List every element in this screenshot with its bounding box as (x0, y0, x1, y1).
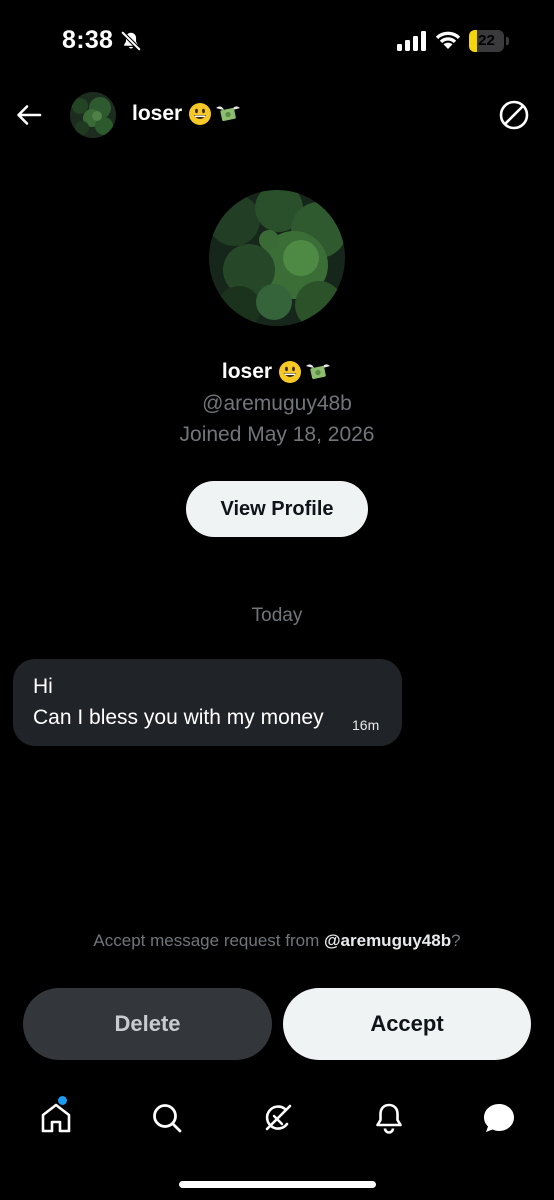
forest-avatar-image (209, 190, 345, 326)
tab-search[interactable] (147, 1098, 187, 1138)
request-prefix: Accept message request from (93, 931, 324, 950)
grok-icon (265, 1104, 292, 1131)
forest-avatar-image (70, 92, 116, 138)
date-divider: Today (251, 605, 303, 626)
message-text-line: Hi (33, 675, 53, 698)
message-request-prompt: Accept message request from @aremuguy48b… (0, 931, 554, 951)
tab-grok[interactable] (258, 1098, 298, 1138)
tab-messages[interactable] (479, 1098, 519, 1138)
bottom-tab-bar (0, 1080, 554, 1156)
home-indicator[interactable] (179, 1181, 376, 1188)
battery-level: 22 (478, 32, 495, 49)
header-name-text: loser (132, 102, 183, 125)
battery-icon: 22 (469, 30, 509, 52)
grinning-face-emoji (279, 361, 302, 384)
conversation-header: loser (0, 84, 554, 146)
notifications-icon (376, 1103, 402, 1134)
profile-handle: @aremuguy48b (202, 392, 352, 415)
delete-button[interactable]: Delete (23, 988, 272, 1060)
dm-request-screen: 8:38 22 loser loser @aremuguy48b Joined … (0, 0, 554, 1200)
message-timestamp: 16m (352, 717, 380, 733)
avatar[interactable] (70, 92, 116, 138)
home-icon (41, 1103, 71, 1133)
profile-name-text: loser (221, 360, 273, 383)
search-icon (153, 1104, 182, 1133)
status-bar: 8:38 22 (0, 0, 554, 84)
profile-display-name: loser (0, 360, 554, 384)
header-display-name[interactable]: loser (132, 102, 242, 126)
bell-slash-icon (121, 31, 141, 51)
unread-dot (58, 1096, 67, 1105)
tab-home[interactable] (36, 1096, 76, 1138)
profile-avatar[interactable] (209, 190, 345, 326)
message-text-line: Can I bless you with my money (33, 706, 324, 729)
wifi-icon (435, 31, 461, 49)
request-handle: @aremuguy48b (323, 931, 452, 950)
money-with-wings-emoji (216, 106, 241, 122)
cellular-signal-icon (397, 31, 426, 51)
status-time: 8:38 (62, 26, 114, 54)
profile-joined-date: Joined May 18, 2026 (179, 423, 375, 446)
money-with-wings-emoji (306, 364, 331, 380)
grinning-face-emoji (189, 103, 212, 126)
accept-button[interactable]: Accept (283, 988, 531, 1060)
tab-notifications[interactable] (369, 1098, 409, 1138)
back-arrow-icon[interactable] (14, 100, 44, 130)
message-bubble[interactable]: Hi Can I bless you with my money 16m (13, 659, 402, 746)
request-suffix: ? (451, 931, 461, 950)
messages-icon (484, 1104, 514, 1132)
view-profile-button[interactable]: View Profile (186, 481, 368, 537)
block-icon[interactable] (498, 99, 530, 131)
